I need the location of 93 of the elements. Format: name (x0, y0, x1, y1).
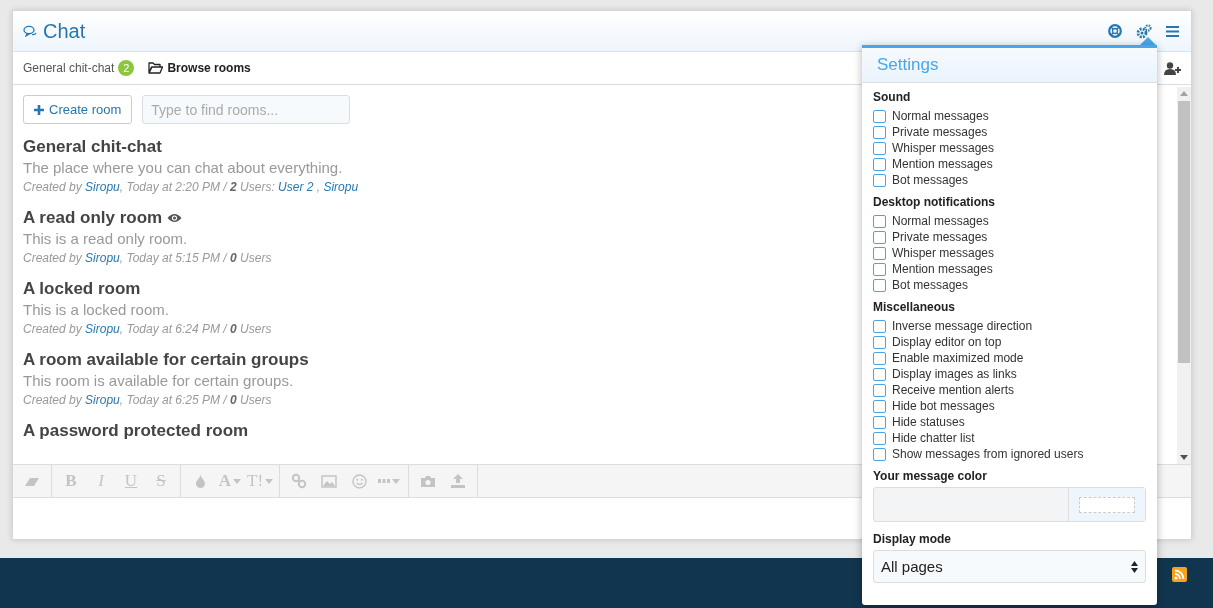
option-label[interactable]: Bot messages (892, 278, 969, 292)
checkbox[interactable] (873, 447, 886, 461)
add-user-icon[interactable] (1164, 61, 1181, 75)
checkbox[interactable] (873, 230, 886, 244)
window-title: Chat (43, 19, 86, 43)
rss-icon[interactable] (1172, 567, 1187, 582)
dots-icon (378, 479, 391, 483)
room-description: This is a locked room. (23, 300, 169, 320)
eraser-icon (24, 475, 40, 487)
folder-icon (148, 62, 164, 74)
option-label[interactable]: Mention messages (892, 157, 993, 171)
lifebuoy-icon[interactable] (1108, 24, 1122, 38)
room-name[interactable]: A room available for certain groups (23, 349, 309, 371)
option-label[interactable]: Whisper messages (892, 141, 995, 155)
option-label[interactable]: Normal messages (892, 214, 989, 228)
room-description: This is a read only room. (23, 229, 188, 249)
color-field[interactable] (873, 487, 1146, 522)
room-description: This room is available for certain groups. (23, 371, 294, 391)
field-label: Your message color (873, 469, 988, 483)
user-link[interactable]: User 2 (278, 180, 314, 194)
room-meta: Created by Siropu, Today at 6:24 PM / 0 Users (23, 321, 272, 338)
section-heading: Miscellaneous (873, 300, 957, 314)
checkbox[interactable] (873, 399, 886, 413)
plus-icon (34, 104, 44, 115)
chat-bubbles-icon (23, 25, 37, 37)
caret-icon (233, 478, 242, 484)
link-icon (291, 473, 308, 489)
room-meta: Created by Siropu, Today at 5:15 PM / 0 Users (23, 250, 272, 267)
checkbox[interactable] (873, 351, 886, 365)
room-tab[interactable]: General chit-chat 2 (23, 60, 135, 76)
option-label[interactable]: Receive mention alerts (892, 383, 1015, 397)
upload-icon (451, 474, 466, 488)
option-label[interactable]: Display images as links (892, 367, 1017, 381)
updown-icon (1131, 560, 1138, 573)
user-link[interactable]: Siropu (85, 322, 120, 336)
count-badge: 2 (118, 60, 135, 76)
option-label[interactable]: Hide bot messages (892, 399, 995, 413)
scrollbar[interactable] (1177, 87, 1191, 464)
checkbox[interactable] (873, 173, 886, 187)
option-label[interactable]: Hide statuses (892, 415, 965, 429)
room-name[interactable]: A read only room (23, 207, 163, 229)
room-tab[interactable]: Browse rooms (148, 61, 251, 75)
droplet-icon (195, 474, 205, 488)
checkbox[interactable] (873, 415, 886, 429)
checkbox[interactable] (873, 367, 886, 381)
room-meta: Created by Siropu, Today at 2:20 PM / 2 Users: User 2 , Siropu (23, 179, 359, 196)
settings-title: Settings (862, 48, 1157, 83)
checkbox[interactable] (873, 383, 886, 397)
checkbox[interactable] (873, 319, 886, 333)
room-meta: Created by Siropu, Today at 6:25 PM / 0 Users (23, 392, 272, 409)
room-name[interactable]: General chit-chat (23, 136, 162, 158)
user-link[interactable]: Siropu (85, 393, 120, 407)
image-icon (321, 474, 338, 488)
option-label[interactable]: Private messages (892, 230, 988, 244)
checkbox[interactable] (873, 125, 886, 139)
option-label[interactable]: Display editor on top (892, 335, 1002, 349)
checkbox[interactable] (873, 278, 886, 292)
option-label[interactable]: Mention messages (892, 262, 993, 276)
smiley-icon (351, 473, 367, 489)
camera-icon (420, 474, 437, 488)
checkbox[interactable] (873, 431, 886, 445)
settings-icon[interactable] (1136, 23, 1152, 39)
user-link[interactable]: Siropu (323, 180, 359, 194)
search-field[interactable]: Type to find rooms... (142, 95, 351, 124)
room-name[interactable]: A password protected room (23, 420, 249, 442)
caret-icon (265, 478, 274, 484)
room-description: The place where you can chat about everything. (23, 158, 343, 178)
checkbox[interactable] (873, 157, 886, 171)
option-label[interactable]: Bot messages (892, 173, 969, 187)
checkbox[interactable] (873, 141, 886, 155)
field-label: Display mode (873, 532, 953, 546)
user-link[interactable]: Siropu (85, 180, 120, 194)
checkbox[interactable] (873, 214, 886, 228)
display-mode-select[interactable]: All pages (873, 550, 1146, 583)
color-swatch[interactable] (1079, 496, 1135, 513)
option-label[interactable]: Show messages from ignored users (892, 447, 1084, 461)
checkbox[interactable] (873, 262, 886, 276)
menu-icon[interactable] (1166, 25, 1179, 37)
option-label[interactable]: Private messages (892, 125, 988, 139)
section-heading: Desktop notifications (873, 195, 996, 209)
section-heading: Sound (873, 90, 912, 104)
user-link[interactable]: Siropu (85, 251, 120, 265)
eye-icon (167, 213, 183, 223)
option-label[interactable]: Hide chatter list (892, 431, 975, 445)
option-label[interactable]: Enable maximized mode (892, 351, 1024, 365)
option-label[interactable]: Inverse message direction (892, 319, 1033, 333)
option-label[interactable]: Normal messages (892, 109, 989, 123)
checkbox[interactable] (873, 335, 886, 349)
create-room-button[interactable]: Create room (23, 95, 133, 124)
room-name[interactable]: A locked room (23, 278, 141, 300)
checkbox[interactable] (873, 246, 886, 260)
option-label[interactable]: Whisper messages (892, 246, 995, 260)
checkbox[interactable] (873, 109, 886, 123)
